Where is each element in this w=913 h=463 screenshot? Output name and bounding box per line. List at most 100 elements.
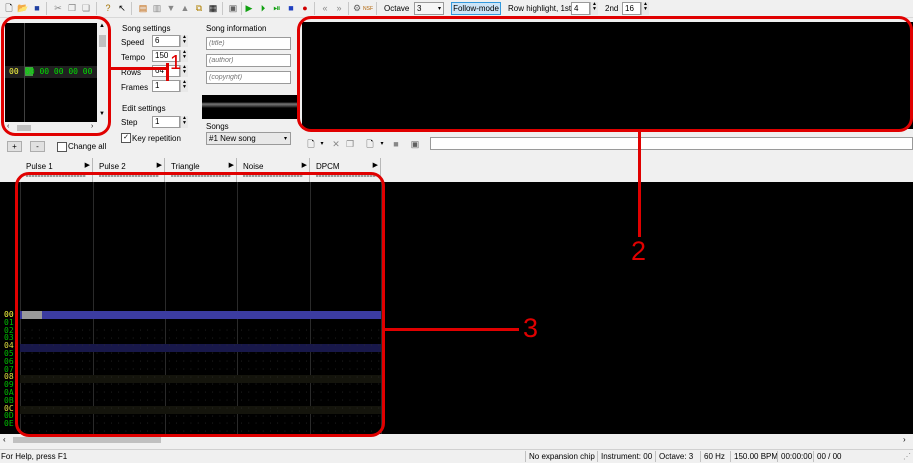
- key-repetition-checkbox[interactable]: ✓: [121, 133, 131, 143]
- row-number: 0E: [4, 419, 14, 429]
- toolbar-separator: [241, 2, 242, 15]
- status-octave: Octave: 3: [655, 451, 699, 462]
- speed-spinner[interactable]: ▲ ▼: [180, 35, 188, 47]
- record-icon[interactable]: ●: [299, 2, 311, 14]
- tempo-spinner[interactable]: ▲ ▼: [180, 50, 188, 62]
- next-track-icon[interactable]: »: [333, 2, 345, 14]
- status-time: 00:00:00: [777, 451, 814, 462]
- status-position: 00 / 00: [813, 451, 851, 462]
- help-cursor-icon[interactable]: ↖: [116, 2, 128, 14]
- resize-grip-icon[interactable]: ⋰: [903, 452, 911, 461]
- song-select[interactable]: #1 New song ▾: [206, 132, 291, 145]
- move-frame-up-icon[interactable]: ▲: [179, 2, 191, 14]
- song-copyright-input[interactable]: [206, 71, 291, 84]
- song-information-title: Song information: [206, 24, 267, 33]
- remove-instrument-icon[interactable]: ✕: [330, 138, 342, 150]
- edit-instrument-icon[interactable]: ▣: [409, 138, 421, 150]
- status-rate: 60 Hz: [700, 451, 730, 462]
- expand-arrow-icon[interactable]: ▶: [229, 161, 234, 169]
- annotation-number-1: 1: [170, 52, 182, 74]
- scroll-right-icon[interactable]: ›: [903, 435, 906, 444]
- step-input[interactable]: 1: [152, 116, 180, 128]
- annotation-connector-1-tick: [166, 63, 169, 81]
- songs-label: Songs: [206, 122, 229, 131]
- speed-input[interactable]: 6: [152, 35, 180, 47]
- expand-arrow-icon[interactable]: ▶: [157, 161, 162, 169]
- channel-name: Noise: [243, 162, 264, 171]
- duplicate-frame-icon[interactable]: ⧉: [193, 2, 205, 14]
- toolbar-separator: [222, 2, 223, 15]
- song-title-input[interactable]: [206, 37, 291, 50]
- row-highlight-2nd-input[interactable]: 16: [622, 2, 641, 15]
- chevron-down-icon: ▾: [437, 6, 441, 12]
- copy-icon[interactable]: ❐: [66, 2, 78, 14]
- frames-spinner[interactable]: ▲ ▼: [180, 80, 188, 92]
- play-icon[interactable]: ▶: [243, 2, 255, 14]
- clone-instrument-icon[interactable]: ❐: [344, 138, 356, 150]
- step-label: Step: [121, 118, 138, 127]
- paste-icon[interactable]: ❏: [80, 2, 92, 14]
- instrument-toolbar: 🗋 ▾ ✕ ❐ 🗋 ▾ ■ ▣: [302, 135, 913, 153]
- annotation-connector-1: [111, 67, 168, 70]
- channel-name: DPCM: [316, 162, 340, 171]
- toolbar-separator: [314, 2, 315, 15]
- octave-select[interactable]: 3 ▾: [414, 2, 444, 15]
- instrument-name-input[interactable]: [430, 137, 913, 150]
- expand-arrow-icon[interactable]: ▶: [85, 161, 90, 169]
- octave-label: Octave: [384, 4, 410, 13]
- module-properties-icon[interactable]: ▣: [227, 2, 239, 14]
- chevron-down-icon[interactable]: ▾: [376, 138, 388, 150]
- previous-track-icon[interactable]: «: [319, 2, 331, 14]
- step-spinner[interactable]: ▲ ▼: [180, 116, 188, 128]
- tempo-value: 150: [155, 51, 169, 60]
- play-loop-icon[interactable]: ⏵: [257, 2, 269, 14]
- save-instrument-icon[interactable]: ■: [390, 138, 402, 150]
- annotation-connector-3: [385, 328, 519, 331]
- add-frame-button[interactable]: +: [7, 141, 22, 152]
- nsf-export-icon[interactable]: NSF: [362, 3, 374, 15]
- toolbar-separator: [46, 2, 47, 15]
- annotation-outline-3: [15, 172, 385, 437]
- load-instrument-icon[interactable]: 🗋: [364, 138, 376, 150]
- annotation-number-2: 2: [631, 236, 647, 266]
- expand-arrow-icon[interactable]: ▶: [302, 161, 307, 169]
- channel-name: Pulse 1: [26, 162, 53, 171]
- play-pattern-icon[interactable]: ⏯: [271, 2, 283, 14]
- scroll-left-icon[interactable]: ‹: [3, 435, 6, 444]
- row-highlight-2nd-label: 2nd: [605, 4, 619, 13]
- new-file-icon[interactable]: 🗋: [3, 2, 15, 14]
- row-highlight-2nd-value: 16: [625, 4, 634, 13]
- frames-label: Frames: [121, 83, 149, 92]
- chevron-down-icon[interactable]: ▾: [316, 138, 328, 150]
- insert-frame-icon[interactable]: ▤: [137, 2, 149, 14]
- scroll-thumb[interactable]: [13, 437, 161, 443]
- open-folder-icon[interactable]: 📂: [17, 2, 29, 14]
- follow-mode-button[interactable]: Follow-mode: [451, 2, 501, 15]
- stop-icon[interactable]: ■: [285, 2, 297, 14]
- change-all-checkbox[interactable]: [57, 142, 67, 152]
- status-help-text: For Help, press F1: [1, 452, 68, 461]
- remove-frame-button[interactable]: -: [30, 141, 45, 152]
- about-icon[interactable]: ?: [102, 2, 114, 14]
- row-highlight-2nd-spinner[interactable]: ▲ ▼: [641, 2, 649, 15]
- toolbar-separator: [348, 2, 349, 15]
- octave-value: 3: [417, 4, 422, 13]
- song-select-value: #1 New song: [209, 134, 256, 143]
- row-highlight-1st-value: 4: [574, 4, 579, 13]
- song-author-input[interactable]: [206, 54, 291, 67]
- rows-spinner[interactable]: ▲ ▼: [180, 65, 188, 77]
- row-highlight-1st-spinner[interactable]: ▲ ▼: [590, 2, 598, 15]
- cut-icon[interactable]: ✂: [52, 2, 64, 14]
- move-frame-down-icon[interactable]: ▼: [165, 2, 177, 14]
- save-icon[interactable]: ■: [31, 2, 43, 14]
- duplicate-patterns-icon[interactable]: ▦: [207, 2, 219, 14]
- annotation-connector-2: [638, 132, 641, 237]
- remove-frame-icon[interactable]: ▥: [151, 2, 163, 14]
- speed-label: Speed: [121, 38, 145, 47]
- frames-input[interactable]: 1: [152, 80, 180, 92]
- channel-header-filler: [381, 158, 913, 182]
- channel-name: Triangle: [171, 162, 200, 171]
- expand-arrow-icon[interactable]: ▶: [373, 161, 378, 169]
- row-highlight-1st-input[interactable]: 4: [571, 2, 590, 15]
- tempo-label: Tempo: [121, 53, 146, 62]
